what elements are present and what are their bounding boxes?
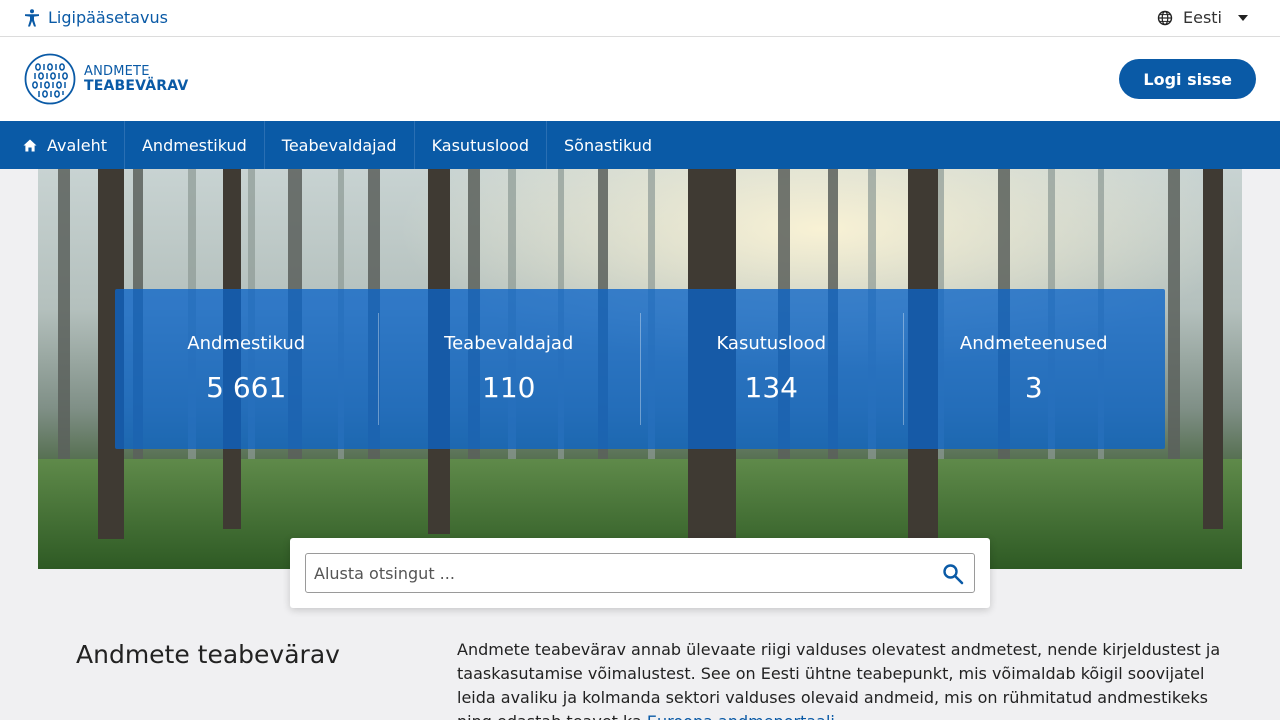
stat-label: Kasutuslood (716, 333, 827, 354)
nav-item-label: Sõnastikud (564, 135, 653, 155)
site-logo[interactable]: ANDMETE TEABEVÄRAV (24, 53, 188, 105)
logo-text: ANDMETE TEABEVÄRAV (84, 64, 188, 94)
accessibility-label: Ligipääsetavus (48, 8, 168, 27)
stat-data-services[interactable]: Andmeteenused 3 (902, 289, 1166, 449)
language-label: Eesti (1182, 8, 1222, 27)
nav-item-label: Avaleht (47, 135, 107, 155)
stat-use-cases[interactable]: Kasutuslood 134 (640, 289, 903, 449)
search-input[interactable] (306, 554, 926, 592)
home-icon (23, 139, 37, 151)
search-icon[interactable] (942, 563, 964, 585)
logo-line-1: ANDMETE (84, 64, 150, 79)
nav-item-label: Teabevaldajad (281, 135, 397, 155)
intro-body: Andmete teabevärav annab ülevaate riigi … (457, 640, 1221, 720)
nav-item-owners[interactable]: Teabevaldajad (265, 121, 415, 169)
nav-item-label: Kasutuslood (431, 135, 529, 155)
main-nav: Avaleht Andmestikud Teabevaldajad Kasutu… (0, 121, 1280, 169)
stat-owners[interactable]: Teabevaldajad 110 (377, 289, 641, 449)
search-card (290, 538, 990, 608)
stat-value: 3 (1024, 371, 1043, 404)
globe-icon (1157, 10, 1173, 25)
stat-value: 134 (744, 371, 798, 404)
logo-line-2: TEABEVÄRAV (84, 78, 189, 94)
stat-label: Teabevaldajad (444, 333, 574, 354)
nav-item-use-cases[interactable]: Kasutuslood (415, 121, 547, 169)
accessibility-link[interactable]: Ligipääsetavus (24, 8, 168, 27)
utility-bar: Ligipääsetavus Eesti (0, 0, 1280, 37)
stat-label: Andmeteenused (959, 333, 1108, 354)
accessibility-icon (25, 8, 39, 26)
stat-value: 110 (482, 371, 536, 404)
nav-item-datasets[interactable]: Andmestikud (125, 121, 265, 169)
nav-item-label: Andmestikud (141, 135, 247, 155)
search-box (305, 553, 975, 593)
stats-panel: Andmestikud 5 661 Teabevaldajad 110 Kasu… (115, 289, 1165, 449)
europe-portal-link[interactable]: Euroopa andmeportaali (647, 712, 835, 720)
stat-label: Andmestikud (187, 333, 306, 354)
nav-item-glossaries[interactable]: Sõnastikud (547, 121, 669, 169)
intro-title: Andmete teabevärav (76, 640, 340, 669)
stat-datasets[interactable]: Andmestikud 5 661 (115, 289, 378, 449)
intro-text: Andmete teabevärav annab ülevaate riigi … (457, 638, 1237, 720)
language-selector[interactable]: Eesti (1157, 8, 1248, 27)
nav-item-home[interactable]: Avaleht (0, 121, 125, 169)
logo-mark-icon (24, 53, 76, 105)
login-button[interactable]: Logi sisse (1119, 59, 1256, 99)
site-header: ANDMETE TEABEVÄRAV Logi sisse (0, 37, 1280, 121)
stat-value: 5 661 (206, 371, 287, 404)
chevron-down-icon (1238, 14, 1248, 21)
